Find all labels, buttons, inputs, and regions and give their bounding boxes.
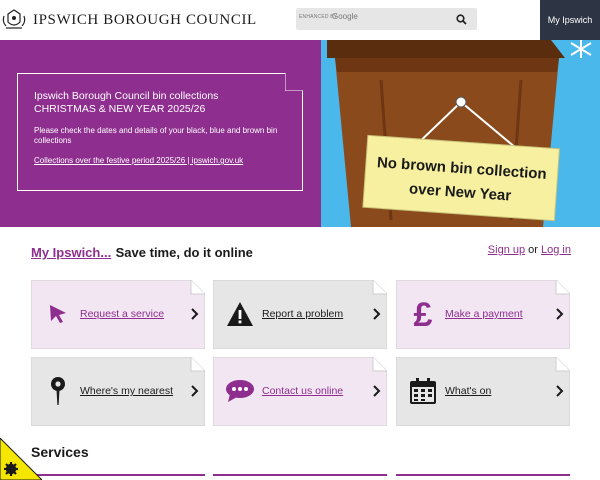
chevron-right-icon xyxy=(556,385,564,397)
brown-bin-illustration: No brown bin collection over New Year xyxy=(321,40,600,227)
my-ipswich-tagline: Save time, do it online xyxy=(115,245,253,260)
council-crest-icon xyxy=(2,9,26,29)
my-ipswich-row: My Ipswich... Save time, do it online Si… xyxy=(31,244,571,264)
tile-report-a-problem[interactable]: Report a problem xyxy=(213,280,387,349)
chevron-right-icon xyxy=(556,308,564,320)
services-card-top-border xyxy=(31,474,205,476)
hero-banner: Ipswich Borough Council bin collections … xyxy=(0,40,600,227)
card-fold-corner xyxy=(285,73,303,91)
tile-wheres-my-nearest[interactable]: Where's my nearest xyxy=(31,357,205,426)
site-header: IPSWICH BOROUGH COUNCIL ENHANCED BY Goog… xyxy=(0,0,600,40)
banner-card: Ipswich Borough Council bin collections … xyxy=(17,73,303,191)
tile-label: Where's my nearest xyxy=(80,385,174,397)
chevron-right-icon xyxy=(373,308,381,320)
banner-title: Ipswich Borough Council bin collections … xyxy=(34,90,219,115)
chevron-right-icon xyxy=(373,385,381,397)
calendar-icon xyxy=(408,373,438,409)
accessibility-gear-icon xyxy=(0,437,43,480)
sign-up-link[interactable]: Sign up xyxy=(488,244,525,256)
accessibility-tool-button[interactable] xyxy=(0,437,43,480)
tile-label: Report a problem xyxy=(262,308,344,320)
tile-make-a-payment[interactable]: £ Make a payment xyxy=(396,280,570,349)
tile-contact-us-online[interactable]: Contact us online xyxy=(213,357,387,426)
banner-link[interactable]: Collections over the festive period 2025… xyxy=(34,156,243,165)
logo-text: IPSWICH BOROUGH COUNCIL xyxy=(33,11,257,28)
map-pin-icon xyxy=(43,373,73,409)
search-button[interactable] xyxy=(451,10,471,28)
my-ipswich-link[interactable]: My Ipswich... xyxy=(31,245,111,260)
tile-whats-on[interactable]: What's on xyxy=(396,357,570,426)
services-card-top-border xyxy=(396,474,570,476)
svg-text:£: £ xyxy=(414,297,433,331)
warning-icon xyxy=(225,296,255,332)
tile-label: Make a payment xyxy=(445,308,523,320)
search-brand: Google xyxy=(332,12,358,21)
cursor-arrow-icon xyxy=(43,296,73,332)
search-icon xyxy=(455,13,467,25)
council-logo[interactable]: IPSWICH BOROUGH COUNCIL xyxy=(0,6,257,34)
tile-label: Contact us online xyxy=(262,385,344,397)
chat-icon xyxy=(225,373,255,409)
tile-label: Request a service xyxy=(80,308,165,320)
tile-request-a-service[interactable]: Request a service xyxy=(31,280,205,349)
bin-illustration-svg: No brown bin collection over New Year xyxy=(327,40,592,227)
banner-panel: Ipswich Borough Council bin collections … xyxy=(0,40,321,227)
chevron-right-icon xyxy=(191,385,199,397)
log-in-link[interactable]: Log in xyxy=(541,244,571,256)
site-search: ENHANCED BY Google xyxy=(296,8,477,30)
services-card-top-border xyxy=(213,474,387,476)
chevron-right-icon xyxy=(191,308,199,320)
pound-icon: £ xyxy=(408,296,438,332)
snowflake-icon xyxy=(570,40,592,58)
tile-label: What's on xyxy=(445,385,492,397)
banner-description: Please check the dates and details of yo… xyxy=(34,126,278,145)
my-ipswich-button[interactable]: My Ipswich xyxy=(540,0,600,40)
account-links: Sign up or Log in xyxy=(488,244,571,256)
or-text: or xyxy=(528,244,538,256)
